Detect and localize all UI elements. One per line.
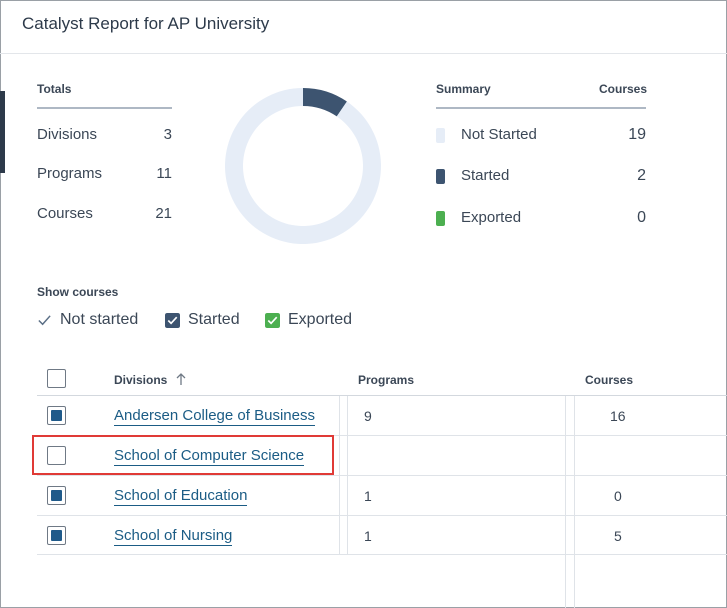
totals-divider [37, 107, 172, 109]
totals-label: Courses [37, 205, 93, 222]
division-link[interactable]: Andersen College of Business [114, 407, 315, 426]
courses-count: 16 [610, 408, 626, 424]
filter-label: Not started [60, 311, 139, 328]
column-header-label: Divisions [114, 373, 168, 387]
row-divider [37, 475, 727, 476]
totals-label: Divisions [37, 126, 98, 143]
courses-column-header[interactable]: Courses [585, 373, 633, 387]
totals-label: Programs [37, 165, 103, 182]
checked-box-icon [265, 313, 280, 328]
summary-value: 2 [637, 167, 646, 184]
programs-count: 1 [364, 528, 372, 544]
course-status-donut-chart [225, 88, 381, 244]
courses-count: 0 [614, 488, 622, 504]
check-icon [38, 315, 51, 326]
donut-segment-not-started [225, 88, 381, 244]
divisions-column-header[interactable]: Divisions [114, 373, 186, 387]
row-checkbox[interactable] [47, 526, 66, 545]
summary-courses-header: Courses [599, 82, 648, 96]
row-divider [37, 554, 727, 555]
not-started-legend-swatch [436, 128, 445, 143]
left-edge-bar [0, 91, 5, 173]
summary-value: 0 [637, 209, 646, 226]
totals-row-divisions: Divisions 3 [37, 126, 172, 143]
totals-value: 21 [155, 205, 172, 222]
programs-count: 1 [364, 488, 372, 504]
totals-row-programs: Programs 11 [37, 165, 172, 182]
programs-count: 9 [364, 408, 372, 424]
filter-exported-checkbox[interactable]: Exported [265, 311, 360, 331]
summary-value: 19 [628, 126, 646, 143]
summary-header: Summary [436, 82, 491, 96]
filter-not-started-checkbox[interactable]: Not started [37, 311, 147, 331]
totals-value: 11 [156, 165, 172, 182]
show-courses-label: Show courses [37, 285, 119, 299]
totals-value: 3 [163, 126, 172, 143]
row-divider [37, 515, 727, 516]
exported-legend-swatch [436, 211, 445, 226]
checked-box-icon [165, 313, 180, 328]
filter-label: Exported [288, 311, 353, 328]
row-checkbox[interactable] [47, 406, 66, 425]
arrow-up-icon [176, 373, 186, 385]
column-divider [574, 396, 575, 608]
started-legend-swatch [436, 169, 445, 184]
dialog-title: Catalyst Report for AP University [22, 14, 270, 33]
summary-label: Exported [461, 209, 522, 226]
filter-started-checkbox[interactable]: Started [165, 311, 250, 331]
programs-column-header[interactable]: Programs [358, 373, 414, 387]
courses-count: 5 [614, 528, 622, 544]
column-divider [565, 396, 566, 608]
filter-label: Started [188, 311, 240, 328]
row-checkbox[interactable] [47, 486, 66, 505]
totals-header: Totals [37, 82, 72, 96]
dialog-header: Catalyst Report for AP University [0, 0, 727, 54]
table-header-divider [37, 395, 727, 396]
select-all-checkbox[interactable] [47, 369, 66, 388]
summary-label: Not Started [461, 126, 537, 143]
division-link[interactable]: School of Education [114, 487, 248, 506]
highlight-box [32, 435, 334, 475]
summary-divider [436, 107, 646, 109]
summary-label: Started [461, 167, 510, 184]
totals-row-courses: Courses 21 [37, 205, 172, 222]
division-link[interactable]: School of Nursing [114, 527, 233, 546]
